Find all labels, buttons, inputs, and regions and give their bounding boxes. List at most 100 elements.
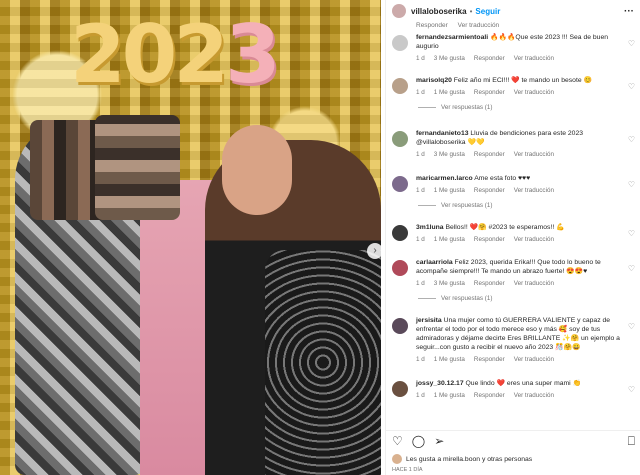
commenter-username[interactable]: fernandanieto13 [416,130,469,137]
comment-like-heart-icon[interactable]: ♡ [628,82,635,91]
comment-likes[interactable]: 3 Me gusta [434,151,465,158]
comment-meta: 1 d 1 Me gusta Responder Ver traducción [416,392,625,399]
commenter-avatar[interactable] [392,225,408,241]
translate-link[interactable]: Ver traducción [514,356,554,363]
follow-button[interactable]: Seguir [475,7,500,16]
comment-likes[interactable]: 1 Me gusta [434,356,465,363]
translate-link[interactable]: Ver traducción [514,392,554,399]
comment-likes[interactable]: 1 Me gusta [434,392,465,399]
translate-link[interactable]: Ver traducción [514,151,554,158]
commenter-avatar[interactable] [392,381,408,397]
comment-item: maricarmen.larco Ame esta foto ♥♥♥ 1 d 1 M… [386,174,640,209]
author-avatar[interactable] [392,4,406,18]
comment-text: jersisita Una mujer como tú GUERRERA VAL… [416,316,625,352]
comment-meta: 1 d 1 Me gusta Responder Ver traducción [416,356,625,363]
commenter-avatar[interactable] [392,176,408,192]
comment-meta: 1 d 3 Me gusta Responder Ver traducción [416,280,625,287]
commenter-avatar[interactable] [392,78,408,94]
comment-body: Que lindo ❤️ eres una super mami 👏 [465,380,582,387]
translate-link[interactable]: Ver traducción [514,236,554,243]
comment-text: fernandezsarmientoali 🔥🔥🔥Que este 2023 !… [416,33,625,51]
commenter-avatar[interactable] [392,35,408,51]
comment-item: jersisita Una mujer como tú GUERRERA VAL… [386,316,640,363]
comment-text: maricarmen.larco Ame esta foto ♥♥♥ [416,174,625,183]
comment-like-heart-icon[interactable]: ♡ [628,39,635,48]
reply-link[interactable]: Responder [474,151,505,158]
translate-link[interactable]: Ver traducción [514,89,554,96]
reply-link[interactable]: Responder [474,280,505,287]
comment-item: jossy_30.12.17 Que lindo ❤️ eres una sup… [386,379,640,399]
comment-body: Feliz año mi ECI!!! ❤️ te mando un besot… [453,77,592,84]
reply-link[interactable]: Responder [474,55,505,62]
comment-likes[interactable]: 3 Me gusta [434,280,465,287]
comment-text: 3m1luna Bellos!! ❤️🤗 #2023 te esperamos!… [416,223,625,232]
blurred-face-2 [95,115,180,220]
comment-time: 1 d [416,280,425,287]
reply-link[interactable]: Responder [474,187,505,194]
comment-text: jossy_30.12.17 Que lindo ❤️ eres una sup… [416,379,625,388]
commenter-avatar[interactable] [392,318,408,334]
comment-list: fernandezsarmientoali 🔥🔥🔥Que este 2023 !… [386,33,640,399]
comment-like-heart-icon[interactable]: ♡ [628,180,635,189]
translate-link[interactable]: Ver traducción [514,187,554,194]
commenter-username[interactable]: jossy_30.12.17 [416,380,464,387]
next-arrow-icon[interactable]: › [367,243,383,259]
likes-summary[interactable]: Les gusta a mirella.boon y otras persona… [392,454,532,464]
comment-body: Ame esta foto ♥♥♥ [474,175,531,182]
comment-text: carlaarriola Feliz 2023, querida Erika!!… [416,258,625,276]
comment-meta: 1 d 1 Me gusta Responder Ver traducción [416,187,625,194]
comment-time: 1 d [416,55,425,62]
like-heart-icon[interactable]: ♡ [392,434,403,448]
commenter-username[interactable]: fernandezsarmientoali [416,34,488,41]
comment-likes[interactable]: 1 Me gusta [434,187,465,194]
commenter-username[interactable]: carlaarriola [416,259,453,266]
comment-like-heart-icon[interactable]: ♡ [628,264,635,273]
commenter-username[interactable]: 3m1luna [416,224,444,231]
comment-likes[interactable]: 3 Me gusta [434,55,465,62]
comment-item: fernandanieto13 Lluvia de bendiciones pa… [386,129,640,158]
translate-link[interactable]: Ver traducción [458,22,500,29]
comment-icon[interactable]: ◯ [412,434,425,448]
commenter-username[interactable]: jersisita [416,317,442,324]
comment-time: 1 d [416,356,425,363]
view-replies-label: Ver respuestas (1) [441,295,493,302]
separator-dot: • [469,6,473,16]
translate-link[interactable]: Ver traducción [514,280,554,287]
comment-time: 1 d [416,89,425,96]
more-options-icon[interactable]: ··· [624,6,634,17]
comment-like-heart-icon[interactable]: ♡ [628,229,635,238]
reply-link[interactable]: Responder [474,392,505,399]
reply-link[interactable]: Responder [474,356,505,363]
comments-panel: villaloboserika • Seguir ··· Responder V… [385,0,640,475]
bookmark-icon[interactable]: ⎕ [628,434,635,448]
comment-item: marisolq20 Feliz año mi ECI!!! ❤️ te man… [386,76,640,111]
view-replies-link[interactable]: Ver respuestas (1) [416,202,625,209]
view-replies-link[interactable]: Ver respuestas (1) [416,104,625,111]
post-header: villaloboserika • Seguir ··· [386,0,640,22]
translate-link[interactable]: Ver traducción [514,55,554,62]
author-username[interactable]: villaloboserika [411,7,467,16]
commenter-username[interactable]: maricarmen.larco [416,175,473,182]
comment-item: 3m1luna Bellos!! ❤️🤗 #2023 te esperamos!… [386,223,640,243]
likes-text: Les gusta a mirella.boon y otras persona… [406,455,533,463]
comment-likes[interactable]: 1 Me gusta [434,89,465,96]
comment-like-heart-icon[interactable]: ♡ [628,322,635,331]
comment-likes[interactable]: 1 Me gusta [434,236,465,243]
comment-like-heart-icon[interactable]: ♡ [628,135,635,144]
view-replies-link[interactable]: Ver respuestas (1) [416,295,625,302]
reply-link[interactable]: Responder [474,89,505,96]
reply-link[interactable]: Responder [416,22,448,29]
commenter-avatar[interactable] [392,131,408,147]
post-photo[interactable]: 2023 [0,0,381,475]
view-replies-label: Ver respuestas (1) [441,104,493,111]
patterned-dress [265,250,381,475]
top-comment-meta: Responder Ver traducción [386,22,640,32]
share-icon[interactable]: ➢ [434,434,444,448]
comment-text: marisolq20 Feliz año mi ECI!!! ❤️ te man… [416,76,625,85]
commenter-username[interactable]: marisolq20 [416,77,452,84]
comment-body: Una mujer como tú GUERRERA VALIENTE y ca… [416,317,620,351]
comment-like-heart-icon[interactable]: ♡ [628,385,635,394]
reply-link[interactable]: Responder [474,236,505,243]
commenter-avatar[interactable] [392,260,408,276]
woman-face [222,125,292,215]
